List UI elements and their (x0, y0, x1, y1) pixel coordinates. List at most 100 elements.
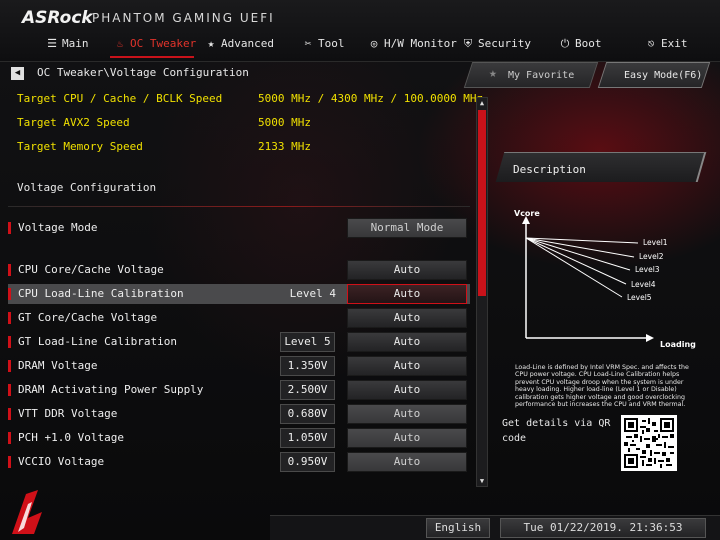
target-memory-label: Target Memory Speed (17, 140, 143, 153)
breadcrumb: OC Tweaker\Voltage Configuration (37, 66, 249, 79)
nav-tab-label: Tool (318, 37, 345, 50)
setting-row-dram-activating-power[interactable]: DRAM Activating Power Supply 2.500V Auto (8, 380, 470, 400)
scroll-down-arrow-icon[interactable]: ▼ (477, 476, 487, 486)
row-marker (8, 408, 11, 420)
setting-row-gt-core-voltage[interactable]: GT Core/Cache Voltage Auto (8, 308, 470, 328)
current-value-box: 1.350V (280, 356, 335, 376)
brand-subtitle: PHANTOM GAMING UEFI (92, 11, 275, 25)
scroll-thumb[interactable] (478, 110, 486, 296)
target-cpu-label: Target CPU / Cache / BCLK Speed (17, 92, 223, 105)
setting-label: Voltage Mode (18, 221, 98, 234)
current-value-box: Level 5 (280, 332, 335, 352)
nav-tab-label: Advanced (221, 37, 274, 50)
nav-tab-label: Security (478, 37, 531, 50)
setting-label: GT Load-Line Calibration (18, 335, 177, 348)
row-marker (8, 288, 11, 300)
setting-label: DRAM Voltage (18, 359, 98, 372)
nav-tab-exit[interactable]: ⎋ Exit (645, 34, 688, 54)
active-tab-indicator (110, 56, 194, 58)
row-marker (8, 432, 11, 444)
dram-activating-power-button[interactable]: Auto (347, 380, 467, 400)
cpu-core-voltage-button[interactable]: Auto (347, 260, 467, 280)
shield-icon: ⛨ (463, 37, 473, 50)
nav-tab-oc-tweaker[interactable]: ♨ OC Tweaker (114, 34, 197, 54)
setting-row-gt-llc[interactable]: GT Load-Line Calibration Level 5 Auto (8, 332, 470, 352)
setting-row-pch-voltage[interactable]: PCH +1.0 Voltage 1.050V Auto (8, 428, 470, 448)
description-title: Description (513, 163, 586, 176)
main-nav: ☰ Main ♨ OC Tweaker ★ Advanced ✂ Tool ◎ … (0, 34, 720, 56)
gt-llc-button[interactable]: Auto (347, 332, 467, 352)
setting-label: CPU Core/Cache Voltage (18, 263, 164, 276)
row-marker (8, 384, 11, 396)
language-button[interactable]: English (426, 518, 490, 538)
tool-icon: ✂ (304, 37, 312, 50)
brand-logo: ASRock (22, 8, 93, 28)
setting-row-voltage-mode[interactable]: Voltage Mode Normal Mode (8, 218, 470, 238)
back-arrow-icon[interactable]: ◀ (11, 67, 24, 80)
row-marker (8, 264, 11, 276)
qr-code-icon (621, 415, 677, 471)
description-text: Load-Line is defined by Intel VRM Spec. … (515, 364, 689, 409)
setting-label: VCCIO Voltage (18, 455, 105, 468)
monitor-icon: ◎ (370, 37, 378, 50)
easy-mode-label: Easy Mode(F6) (624, 70, 703, 81)
target-avx2-value: 5000 MHz (258, 116, 311, 129)
target-avx2-label: Target AVX2 Speed (17, 116, 130, 129)
row-marker (8, 336, 11, 348)
setting-row-vtt-ddr-voltage[interactable]: VTT DDR Voltage 0.680V Auto (8, 404, 470, 424)
vtt-ddr-voltage-button[interactable]: Auto (347, 404, 467, 424)
row-marker (8, 360, 11, 372)
setting-row-dram-voltage[interactable]: DRAM Voltage 1.350V Auto (8, 356, 470, 376)
flame-icon: ♨ (116, 37, 124, 50)
row-marker (8, 312, 11, 324)
my-favorite-label: My Favorite (508, 70, 575, 81)
target-memory-value: 2133 MHz (258, 140, 311, 153)
nav-tab-hw-monitor[interactable]: ◎ H/W Monitor (368, 34, 457, 54)
setting-row-vccio-voltage[interactable]: VCCIO Voltage 0.950V Auto (8, 452, 470, 472)
current-value-box: 0.680V (280, 404, 335, 424)
pch-voltage-button[interactable]: Auto (347, 428, 467, 448)
section-title: Voltage Configuration (17, 181, 157, 194)
power-icon: ⏻ (560, 37, 570, 50)
datetime-display: Tue 01/22/2019. 21:36:53 (500, 518, 706, 538)
target-cpu-value: 5000 MHz / 4300 MHz / 100.0000 MHz (258, 92, 484, 105)
gt-core-voltage-button[interactable]: Auto (347, 308, 467, 328)
nav-tab-advanced[interactable]: ★ Advanced (205, 34, 274, 54)
scroll-up-arrow-icon[interactable]: ▲ (477, 98, 487, 108)
exit-icon: ⎋ (647, 37, 655, 50)
diagram-level1-label: Level1 (643, 238, 668, 247)
setting-row-cpu-core-voltage[interactable]: CPU Core/Cache Voltage Auto (8, 260, 470, 280)
voltage-mode-dropdown[interactable]: Normal Mode (347, 218, 467, 238)
star-icon: ★ (207, 37, 215, 50)
list-icon: ☰ (47, 37, 57, 50)
setting-label: GT Core/Cache Voltage (18, 311, 158, 324)
diagram-x-label: Loading (660, 340, 696, 349)
current-value-box: 2.500V (280, 380, 335, 400)
diagram-y-label: Vcore (514, 209, 540, 218)
diagram-level2-label: Level2 (639, 252, 664, 261)
diagram-level4-label: Level4 (631, 280, 656, 289)
settings-scrollbar[interactable]: ▲ ▼ (476, 97, 488, 487)
dram-voltage-button[interactable]: Auto (347, 356, 467, 376)
diagram-level5-label: Level5 (627, 293, 652, 302)
nav-tab-security[interactable]: ⛨ Security (462, 34, 531, 54)
diagram-level3-label: Level3 (635, 265, 660, 274)
cpu-llc-button[interactable]: Auto (347, 284, 467, 304)
nav-tab-label: Exit (661, 37, 688, 50)
nav-tab-boot[interactable]: ⏻ Boot (559, 34, 602, 54)
row-marker (8, 222, 11, 234)
section-divider (8, 206, 470, 207)
setting-row-cpu-llc[interactable]: CPU Load-Line Calibration Level 4 Auto (8, 284, 470, 304)
setting-label: VTT DDR Voltage (18, 407, 118, 420)
star-icon: ★ (489, 66, 497, 81)
nav-tab-main[interactable]: ☰ Main (46, 34, 88, 54)
row-marker (8, 456, 11, 468)
qr-caption: Get details via QR code (502, 418, 611, 444)
nav-tab-label: OC Tweaker (130, 37, 197, 50)
setting-label: PCH +1.0 Voltage (18, 431, 124, 444)
vccio-voltage-button[interactable]: Auto (347, 452, 467, 472)
nav-tab-label: H/W Monitor (384, 37, 457, 50)
top-bar: ASRock PHANTOM GAMING UEFI ☰ Main ♨ OC T… (0, 0, 720, 62)
load-line-diagram: Vcore Loading Level1 Level2 Level3 Level… (514, 209, 696, 349)
nav-tab-tool[interactable]: ✂ Tool (302, 34, 345, 54)
